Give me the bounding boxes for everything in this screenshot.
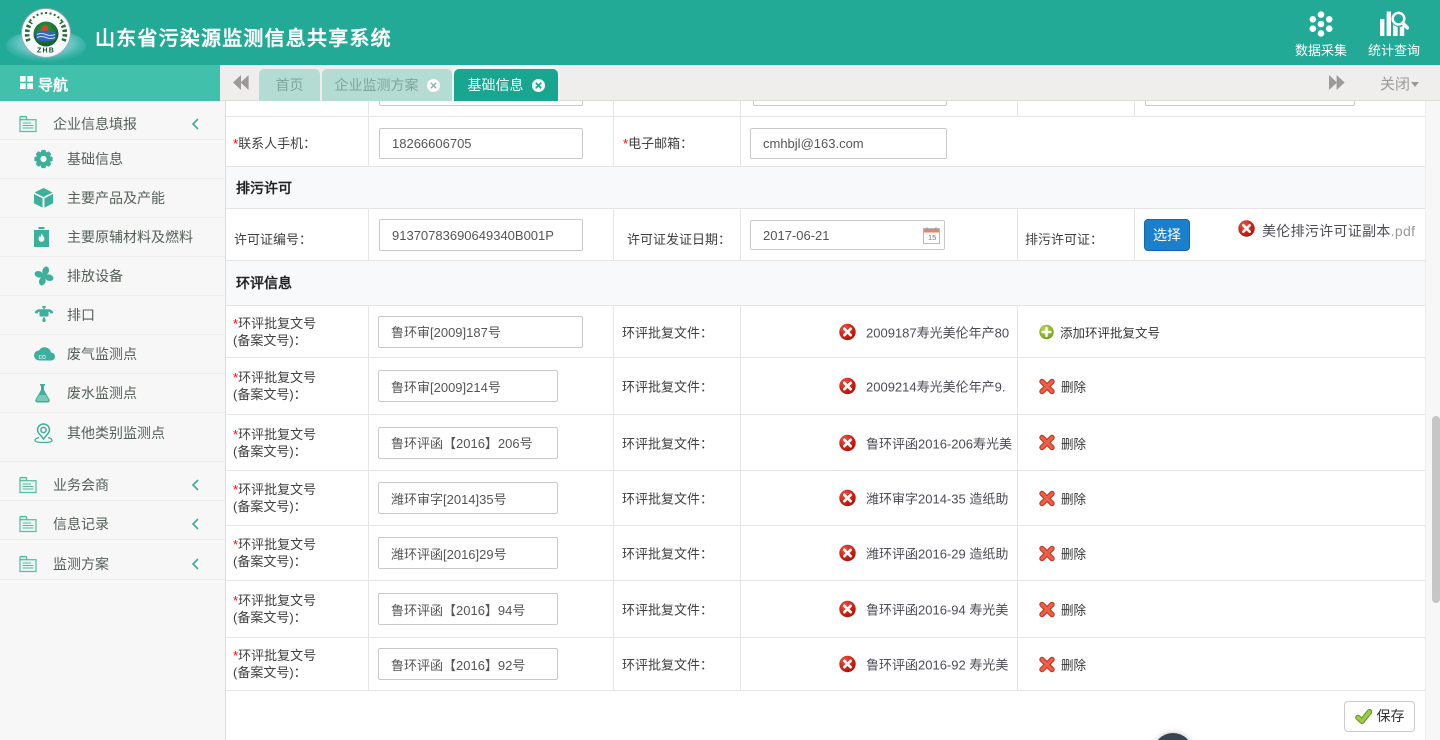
svg-text:ZHB: ZHB	[37, 48, 55, 55]
svg-text:15: 15	[928, 233, 936, 242]
svg-text:co: co	[39, 354, 47, 361]
